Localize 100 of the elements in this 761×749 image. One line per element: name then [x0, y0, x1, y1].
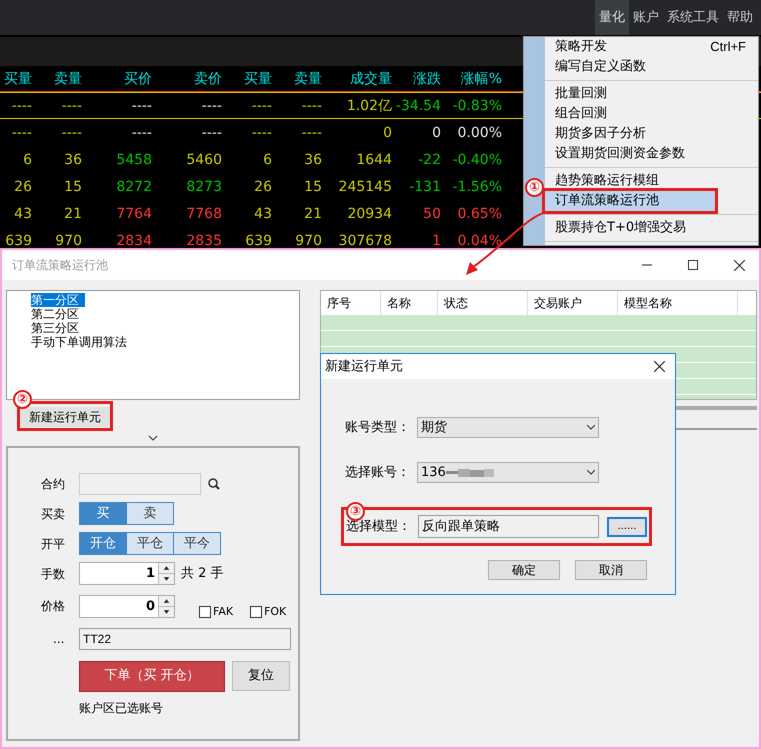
quote-cell: 2834	[116, 233, 152, 249]
contract-field[interactable]	[79, 473, 201, 495]
menu-item[interactable]: 组合回测	[545, 104, 758, 124]
quote-cell: 8272	[116, 179, 152, 195]
quote-cell: 1	[432, 233, 441, 249]
quote-cell: ----	[62, 125, 82, 141]
menu-item[interactable]: 策略开发 Ctrl+F	[545, 37, 758, 57]
quote-cell: -0.83%	[452, 98, 502, 114]
submit-order-button[interactable]: 下单（买 开仓）	[79, 660, 225, 692]
note-field[interactable]: TT22	[79, 628, 291, 650]
quote-cell: 0.00%	[458, 125, 502, 141]
list-item[interactable]: 第二分区	[31, 307, 85, 321]
list-item[interactable]: 第一分区	[31, 293, 85, 307]
quote-cell: 970	[55, 233, 82, 249]
new-unit-button[interactable]: 新建运行单元	[20, 407, 110, 427]
window-title: 订单流策略运行池	[12, 257, 109, 274]
quote-cell: -22	[418, 152, 441, 168]
quote-cell: 245145	[338, 179, 392, 195]
field-label: 价格	[41, 598, 66, 616]
quote-cell: ----	[302, 98, 322, 114]
quote-cell: 15	[64, 179, 82, 195]
menu-item[interactable]: 设置期货回测资金参数	[545, 144, 758, 164]
field-label: 买卖	[41, 506, 66, 522]
blur-mask-icon	[446, 468, 496, 478]
quote-cell: ----	[202, 125, 222, 141]
spin-buttons[interactable]	[158, 596, 174, 617]
quote-cell: -1.56%	[452, 179, 502, 195]
quote-cell: ----	[132, 98, 152, 114]
column-header: 成交量	[349, 70, 392, 89]
quote-cell: 43	[254, 206, 272, 222]
segment-option[interactable]: 平今	[173, 532, 221, 555]
quote-cell: 0.65%	[458, 206, 502, 222]
menu-item[interactable]: 编写自定义函数	[545, 57, 758, 77]
spin-buttons[interactable]	[158, 563, 174, 584]
column-header: 卖量	[293, 70, 322, 89]
menubar-item[interactable]: 系统工具	[663, 0, 723, 35]
dialog-button[interactable]: 确定	[488, 560, 560, 580]
menubar-item[interactable]: 帮助	[723, 0, 757, 35]
quote-cell: 970	[295, 233, 322, 249]
quote-cell: 2835	[186, 233, 222, 249]
quote-cell: 7768	[186, 206, 222, 222]
reset-button[interactable]: 复位	[232, 661, 290, 691]
maximize-icon[interactable]	[688, 260, 698, 270]
quote-cell: 5460	[186, 152, 222, 168]
field-label: 选择账号：	[345, 464, 411, 482]
chevron-down-icon	[587, 470, 595, 475]
quote-cell: 307678	[338, 233, 392, 249]
field-label: 合约	[41, 476, 66, 493]
checkbox[interactable]: FAK	[199, 604, 234, 620]
quote-cell: -34.54	[396, 98, 441, 114]
close-icon[interactable]	[734, 260, 745, 270]
chevron-down-icon[interactable]	[148, 435, 158, 442]
menubar-item[interactable]: 账户	[629, 0, 663, 35]
quote-cell: 0	[383, 125, 392, 141]
list-item[interactable]: 手动下单调用算法	[31, 335, 133, 349]
quote-cell: 15	[304, 179, 322, 195]
segment-option[interactable]: 买	[79, 502, 127, 525]
field-label: 账号类型：	[345, 418, 411, 437]
column-header: 买量	[3, 70, 32, 89]
total-lots: 共 2 手	[181, 564, 224, 583]
quote-cell: 21	[304, 206, 322, 222]
menu-item[interactable]: 趋势策略运行模组	[545, 171, 758, 191]
column-header: 买量	[243, 70, 272, 89]
column-header: 买价	[123, 70, 152, 89]
column-header: 卖价	[193, 70, 222, 89]
menubar-item[interactable]: 量化	[595, 0, 629, 35]
step-marker: ③	[346, 502, 365, 521]
column-header: 涨幅%	[460, 70, 502, 89]
status-text: 账户区已选账号	[79, 700, 163, 716]
quote-cell: ----	[302, 125, 322, 141]
browse-button[interactable]: ......	[607, 516, 647, 536]
quote-cell: 1644	[356, 152, 392, 168]
menu-item[interactable]: 股票持仓T+0增强交易	[545, 218, 758, 238]
menu-item[interactable]: 批量回测	[545, 84, 758, 104]
dropdown[interactable]: 期货	[417, 417, 599, 438]
quote-cell: 6	[263, 152, 272, 168]
model-field[interactable]: 反向跟单策略	[418, 515, 599, 538]
close-icon[interactable]	[654, 361, 665, 372]
menu-item[interactable]: 期货多因子分析	[545, 124, 758, 144]
dropdown[interactable]: 136	[417, 462, 599, 483]
list-item[interactable]: 第三分区	[31, 321, 85, 335]
quote-cell: 7764	[116, 206, 152, 222]
dialog-button[interactable]: 取消	[575, 560, 647, 580]
column-header: 涨跌	[412, 70, 441, 89]
quote-cell: 1.02亿	[346, 98, 392, 114]
lots-field[interactable]: 1	[79, 562, 175, 585]
quote-cell: 26	[14, 179, 32, 195]
quote-cell: ----	[252, 98, 272, 114]
menu-item[interactable]: 订单流策略运行池	[545, 191, 715, 211]
quote-cell: 6	[23, 152, 32, 168]
segment-option[interactable]: 平仓	[126, 532, 174, 555]
shortcut-label: Ctrl+F	[710, 38, 746, 56]
segment-option[interactable]: 开仓	[79, 532, 127, 555]
quote-cell: -131	[409, 179, 441, 195]
segment-option[interactable]: 卖	[126, 502, 174, 525]
quote-cell: ----	[62, 98, 82, 114]
price-field[interactable]: 0	[79, 594, 175, 618]
quote-cell: ----	[12, 98, 32, 114]
search-icon[interactable]	[208, 478, 220, 490]
checkbox[interactable]: FOK	[250, 604, 286, 620]
